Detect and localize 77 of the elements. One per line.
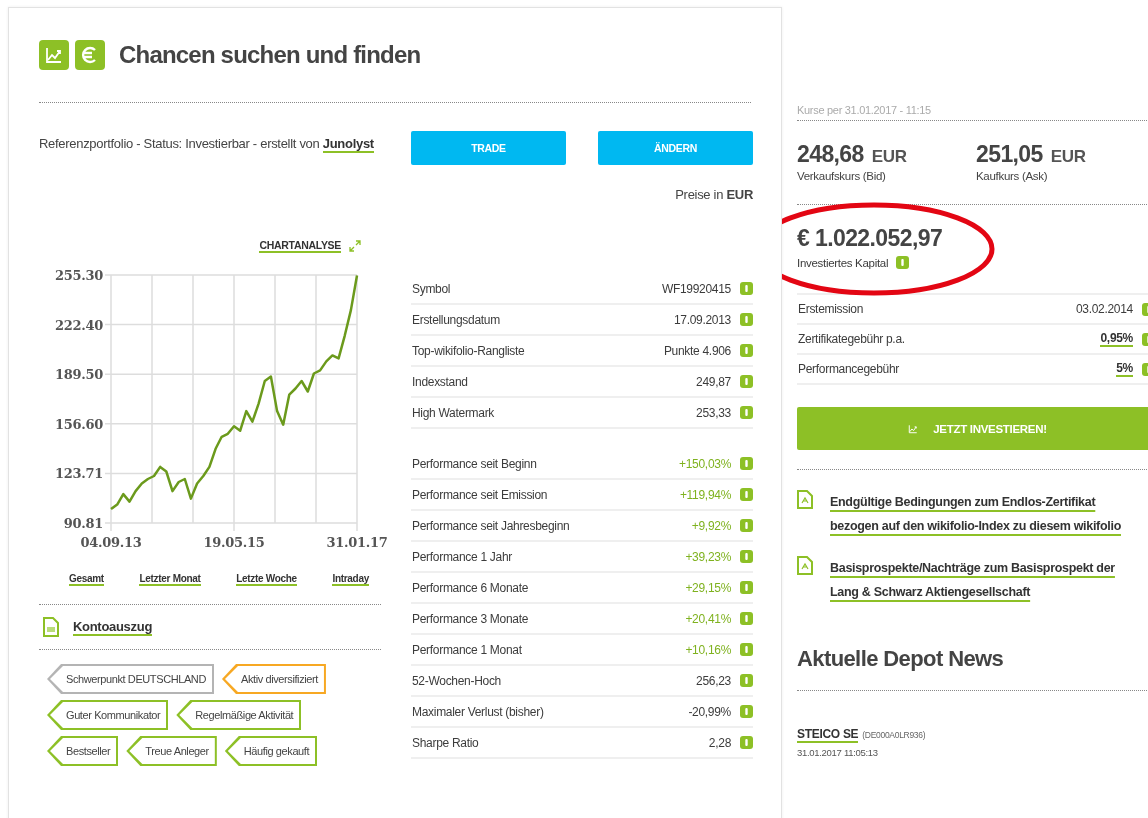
row-label: Top-wikifolio-Rangliste xyxy=(412,343,526,358)
news-date: 31.01.2017 11:05:13 xyxy=(797,747,879,758)
price-label: Kaufkurs (Ask) xyxy=(976,170,1049,182)
row-value: +39,23% xyxy=(685,549,731,564)
row-value-link[interactable]: 5% xyxy=(1116,361,1133,377)
capital-label: Investiertes Kapital xyxy=(797,256,889,269)
capital-amount: € 1.022.052,97 xyxy=(797,225,944,252)
row-value: +10,16% xyxy=(685,642,731,657)
axis-label: 90.81 xyxy=(63,516,103,531)
row-value: Punkte 4.906 xyxy=(663,343,731,358)
tag-label: Bestseller xyxy=(47,736,119,766)
price-amount: 248,68 xyxy=(797,141,864,167)
row-label: Sharpe Ratio xyxy=(412,735,480,750)
document-link[interactable]: Basisprospekte/Nachträge zum Basisprospekt der Lang & Schwarz Aktiengesellschaft xyxy=(830,556,1142,604)
row-label: Performance 1 Jahr xyxy=(412,549,513,564)
page-title: Chancen suchen und finden xyxy=(119,41,421,69)
range-link[interactable]: Intraday xyxy=(332,573,369,586)
row-label: Indexstand xyxy=(412,374,469,389)
row-label: 52-Wochen-Hoch xyxy=(412,673,502,688)
description-text: Referenzportfolio - Status: Investierbar - erstellt von Junolyst xyxy=(39,135,375,155)
tag-label: Regelmäßige Aktivität xyxy=(176,700,302,730)
statement-link[interactable]: Kontoauszug xyxy=(73,618,153,636)
row-value: 2,28 xyxy=(708,735,731,750)
row-value-link[interactable]: 0,95% xyxy=(1100,331,1133,347)
row-label: Performancegebühr xyxy=(798,362,900,376)
axis-label: 19.05.15 xyxy=(203,535,265,550)
row-value: 253,33 xyxy=(696,405,731,420)
price-label: Verkaufskurs (Bid) xyxy=(797,170,887,182)
price-currency: EUR xyxy=(1050,147,1086,166)
row-label: Performance 1 Monat xyxy=(412,642,523,657)
news-heading: Aktuelle Depot News xyxy=(797,646,1148,691)
range-link[interactable]: Letzter Monat xyxy=(139,573,201,586)
row-value: 17.09.2013 xyxy=(673,312,731,327)
tag-label: Schwerpunkt DEUTSCHLAND xyxy=(47,664,214,694)
row-label: Performance seit Beginn xyxy=(412,456,538,471)
axis-label: 156.60 xyxy=(55,416,103,432)
row-value: 03.02.2014 xyxy=(1075,302,1133,316)
price-currency: EUR xyxy=(871,147,907,166)
news-company-link[interactable]: STEICO SE xyxy=(797,727,859,743)
row-value: WF19920415 xyxy=(661,281,731,296)
tag-label: Häufig gekauft xyxy=(224,736,318,766)
range-link[interactable]: Gesamt xyxy=(69,573,104,586)
chart-analysis-link[interactable]: CHARTANALYSE xyxy=(259,239,341,253)
axis-label: 189.50 xyxy=(55,367,103,383)
axis-label: 04.09.13 xyxy=(80,535,142,550)
row-value: +20,41% xyxy=(685,611,731,626)
axis-label: 222.40 xyxy=(55,317,103,333)
row-label: Performance seit Jahresbeginn xyxy=(412,518,571,533)
row-value: +119,94% xyxy=(679,487,731,502)
row-label: Erstellungsdatum xyxy=(412,312,501,327)
row-value: 256,23 xyxy=(696,673,731,688)
row-label: Maximaler Verlust (bisher) xyxy=(412,704,545,719)
currency-note: Preise in EUR xyxy=(674,187,753,202)
row-value: +29,15% xyxy=(685,580,731,595)
tag-label: Aktiv diversifiziert xyxy=(221,664,326,694)
row-value: +150,03% xyxy=(679,456,731,471)
row-label: Symbol xyxy=(412,281,452,296)
axis-label: 123.71 xyxy=(55,466,103,482)
row-label: Performance seit Emission xyxy=(412,487,549,502)
axis-label: 31.01.17 xyxy=(326,535,388,550)
row-label: Erstemission xyxy=(798,302,865,316)
row-value: 249,87 xyxy=(696,374,731,389)
row-label: Zertifikategebühr p.a. xyxy=(798,332,906,346)
tag-label: Treue Anleger xyxy=(126,736,217,766)
row-label: Performance 6 Monate xyxy=(412,580,530,595)
tag-label: Guter Kommunikator xyxy=(47,700,169,730)
axis-label: 255.30 xyxy=(55,268,103,283)
news-isin: (DE000A0LR936) xyxy=(862,730,926,740)
row-label: Performance 3 Monate xyxy=(412,611,530,626)
row-value: -20,99% xyxy=(688,704,731,719)
price-amount: 251,05 xyxy=(976,141,1043,167)
row-value: +9,92% xyxy=(691,518,731,533)
row-label: High Watermark xyxy=(412,405,496,420)
document-link[interactable]: Endgültige Bedingungen zum Endlos-Zertifikat bezogen auf den wikifolio-Index zu diesem wikifolio xyxy=(830,490,1142,538)
quote-timestamp: Kurse per 31.01.2017 - 11:15 xyxy=(797,104,1148,121)
range-link[interactable]: Letzte Woche xyxy=(236,573,297,586)
author-link[interactable]: Junolyst xyxy=(322,136,374,153)
